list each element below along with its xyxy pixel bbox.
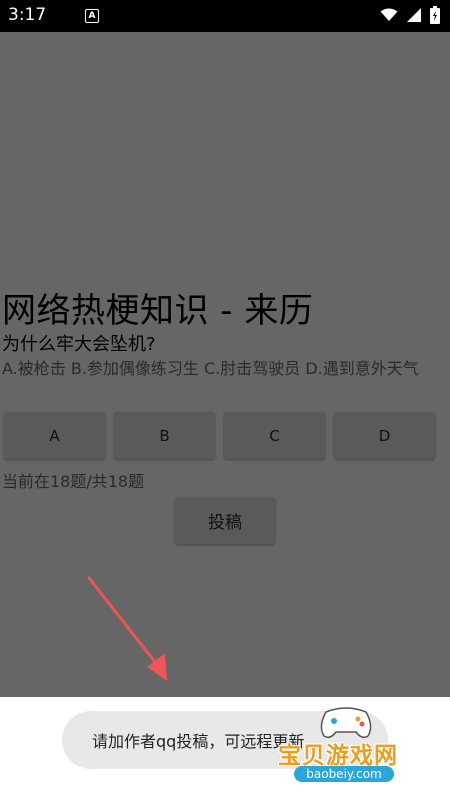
- status-time: 3:17: [8, 5, 47, 25]
- status-bar: 3:17 A: [0, 0, 450, 32]
- quiz-title: 网络热梗知识 - 来历: [2, 291, 314, 331]
- answer-d-button[interactable]: D: [334, 412, 435, 459]
- options-text: A.被枪击 B.参加偶像练习生 C.肘击驾驶员 D.遇到意外天气: [2, 359, 419, 378]
- signal-icon: [407, 8, 421, 22]
- watermark-logo: 宝贝游戏网 baobeiy.com: [276, 706, 416, 788]
- battery-icon: [430, 6, 440, 24]
- answer-b-button[interactable]: B: [114, 412, 215, 459]
- app-screen: 3:17 A 网络热梗知识 - 来历 为什么牢大会坠机? A.被枪击 B.参加偶…: [0, 0, 450, 800]
- answer-c-button[interactable]: C: [224, 412, 325, 459]
- status-icons: [380, 6, 440, 24]
- answer-a-button[interactable]: A: [4, 412, 105, 459]
- progress-text: 当前在18题/共18题: [2, 472, 145, 491]
- watermark-text: 宝贝游戏网: [278, 743, 398, 769]
- annotation-arrow-icon: [87, 576, 167, 681]
- submit-button[interactable]: 投稿: [175, 497, 275, 544]
- question-text: 为什么牢大会坠机?: [2, 334, 156, 355]
- notification-a-icon: A: [85, 9, 99, 23]
- wifi-icon: [380, 8, 398, 21]
- answer-buttons: A B C D: [4, 412, 438, 459]
- watermark-url: baobeiy.com: [294, 766, 394, 782]
